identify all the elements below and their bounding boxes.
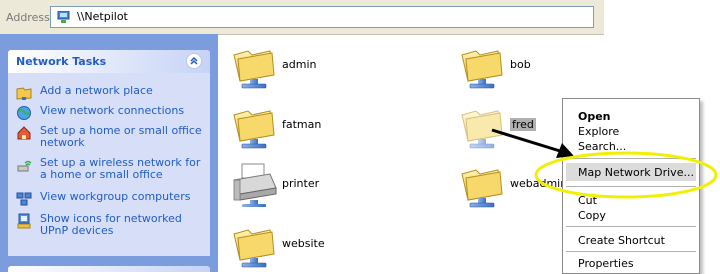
network-place-icon — [16, 85, 32, 101]
task-label: View workgroup computers — [40, 190, 191, 203]
upnp-icon — [16, 213, 32, 229]
task-setup-home-network[interactable]: Set up a home or small office network — [16, 125, 206, 151]
task-view-workgroup-computers[interactable]: View workgroup computers — [16, 190, 206, 207]
task-label: Set up a wireless network for a home or … — [40, 156, 201, 181]
menu-separator — [566, 226, 696, 227]
menu-item-map-network-drive[interactable]: Map Network Drive... — [578, 166, 694, 179]
shared-folder-icon — [458, 41, 506, 89]
task-pane: Network Tasks Add a network place View n… — [0, 34, 218, 272]
item-label: webadmin — [510, 177, 568, 190]
task-label: Add a network place — [40, 84, 153, 97]
task-add-network-place[interactable]: Add a network place — [16, 84, 206, 101]
workgroup-icon — [16, 191, 32, 207]
menu-item-explore[interactable]: Explore — [578, 125, 619, 138]
shared-folder-icon — [230, 220, 278, 268]
menu-separator — [566, 251, 696, 252]
file-view: admin bob fatman fred printer webadmin w… — [218, 34, 604, 272]
task-view-network-connections[interactable]: View network connections — [16, 104, 206, 121]
menu-item-properties[interactable]: Properties — [578, 257, 634, 270]
shared-folder-icon — [458, 160, 506, 208]
menu-item-open[interactable]: Open — [578, 110, 611, 123]
task-setup-wireless-network[interactable]: Set up a wireless network for a home or … — [16, 157, 206, 183]
task-label: View network connections — [40, 104, 185, 117]
wireless-icon — [16, 157, 32, 173]
shared-folder-icon — [230, 41, 278, 89]
printer-icon — [230, 160, 278, 208]
item-label: website — [282, 237, 325, 250]
collapsed-panel-header[interactable] — [8, 266, 210, 272]
menu-item-cut[interactable]: Cut — [578, 194, 597, 207]
context-menu: Open Explore Search... Map Network Drive… — [562, 98, 700, 274]
network-tasks-header[interactable]: Network Tasks — [8, 50, 210, 73]
panel-title: Network Tasks — [16, 55, 107, 68]
globe-icon — [16, 105, 32, 121]
address-value: \\Netpilot — [77, 10, 128, 23]
shared-folder-icon — [458, 101, 506, 149]
network-tasks-panel: Network Tasks Add a network place View n… — [8, 50, 210, 256]
item-label: bob — [510, 58, 531, 71]
item-label: printer — [282, 177, 320, 190]
item-label: admin — [282, 58, 317, 71]
address-bar: Address \\Netpilot — [0, 0, 604, 35]
address-field[interactable]: \\Netpilot — [50, 6, 594, 28]
menu-separator — [566, 186, 696, 187]
menu-separator — [566, 158, 696, 159]
task-label: Show icons for networked UPnP devices — [40, 212, 182, 237]
home-network-icon — [16, 125, 32, 141]
task-label: Set up a home or small office network — [40, 124, 202, 149]
task-show-upnp-devices[interactable]: Show icons for networked UPnP devices — [16, 213, 206, 239]
network-computer-icon — [57, 10, 71, 23]
menu-item-create-shortcut[interactable]: Create Shortcut — [578, 234, 665, 247]
address-label: Address — [6, 11, 50, 24]
item-label: fred — [510, 118, 536, 131]
double-chevron-up-icon[interactable] — [186, 53, 202, 69]
shared-folder-icon — [230, 101, 278, 149]
menu-item-copy[interactable]: Copy — [578, 209, 606, 222]
explorer-window: Address \\Netpilot Network Tasks Add a n… — [0, 0, 604, 272]
menu-item-search[interactable]: Search... — [578, 140, 626, 153]
item-label: fatman — [282, 118, 322, 131]
